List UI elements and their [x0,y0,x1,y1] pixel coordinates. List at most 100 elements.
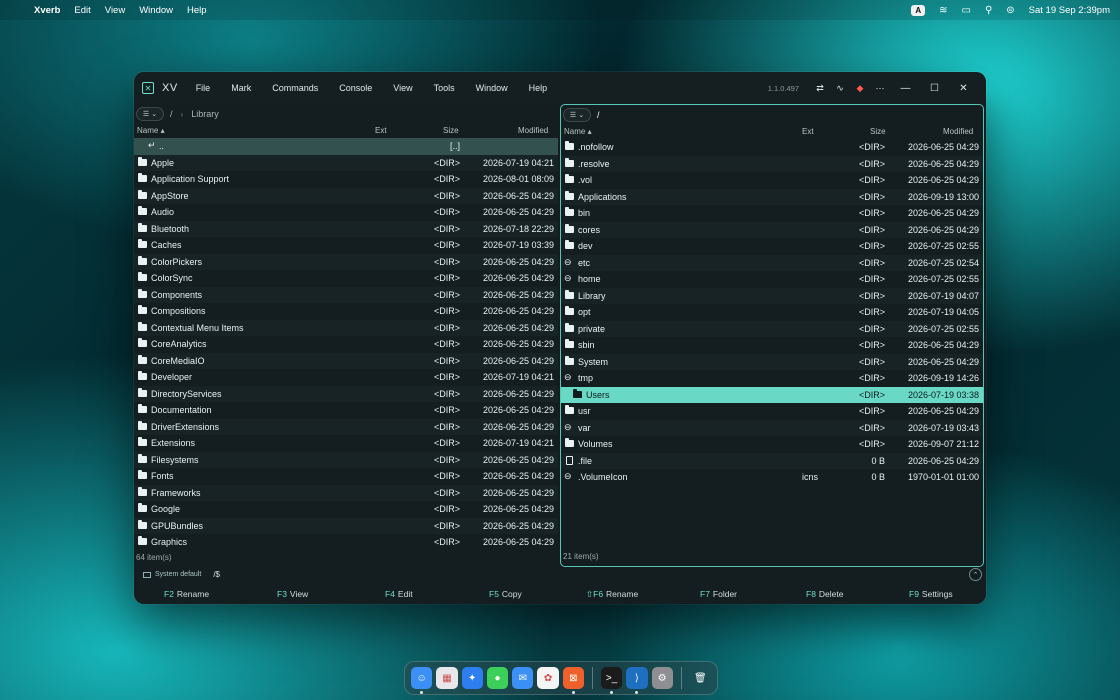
right-file-row[interactable]: ⊖ home <DIR> 2026-07-25 02:55 [561,271,983,288]
system-settings-icon[interactable]: ⚙ [651,667,673,689]
right-file-row[interactable]: usr <DIR> 2026-06-25 04:29 [561,403,983,420]
fkey-shift-f6-rename[interactable]: ⇧F6 Rename [586,589,638,600]
wifi-icon[interactable]: ≋ [939,5,947,16]
more-icon[interactable]: ⋯ [871,83,889,94]
left-col-ext[interactable]: Ext [375,126,387,135]
left-file-row[interactable]: Audio <DIR> 2026-06-25 04:29 [134,204,558,221]
fkey-f8-delete[interactable]: F8 Delete [806,589,844,599]
right-file-row[interactable]: .vol <DIR> 2026-06-25 04:29 [561,172,983,189]
input-source-icon[interactable]: A [911,4,926,16]
right-file-row[interactable]: .nofollow <DIR> 2026-06-25 04:29 [561,139,983,156]
minimize-icon[interactable]: — [891,83,920,94]
control-center-icon[interactable]: ⊜ [1006,5,1014,16]
photos-icon[interactable]: ✿ [537,667,559,689]
fkey-f3-view[interactable]: F3 View [277,589,308,599]
left-file-row[interactable]: DirectoryServices <DIR> 2026-06-25 04:29 [134,385,558,402]
right-file-row[interactable]: ⊖ .VolumeIcon icns 0 B 1970-01-01 01:00 [561,469,983,486]
fkey-f7-folder[interactable]: F7 Folder [700,589,737,599]
left-pane[interactable]: ☰ ⌄ / › Library Name ▴ Ext Size Modified … [134,104,558,567]
right-file-row[interactable]: private <DIR> 2026-07-25 02:55 [561,320,983,337]
menubar-help[interactable]: Help [187,5,207,16]
menu-file[interactable]: File [196,83,211,93]
left-col-size[interactable]: Size [443,126,459,135]
left-file-row[interactable]: ColorSync <DIR> 2026-06-25 04:29 [134,270,558,287]
battery-icon[interactable]: ▭ [961,5,970,16]
compare-icon[interactable]: ⇄ [811,83,829,94]
menu-view[interactable]: View [393,83,412,93]
right-file-row[interactable]: dev <DIR> 2026-07-25 02:55 [561,238,983,255]
left-file-row[interactable]: Bluetooth <DIR> 2026-07-18 22:29 [134,220,558,237]
left-view-dropdown[interactable]: ☰ ⌄ [136,107,164,121]
left-file-row[interactable]: Contextual Menu Items <DIR> 2026-06-25 04:… [134,319,558,336]
left-col-name[interactable]: Name ▴ [137,126,165,135]
right-col-modified[interactable]: Modified [943,127,973,136]
fkey-f9-settings[interactable]: F9 Settings [909,589,953,599]
left-file-row[interactable]: ColorPickers <DIR> 2026-06-25 04:29 [134,253,558,270]
right-file-row[interactable]: opt <DIR> 2026-07-19 04:05 [561,304,983,321]
right-col-name[interactable]: Name ▴ [564,127,592,136]
right-file-row[interactable]: ⊖ tmp <DIR> 2026-09-19 14:26 [561,370,983,387]
right-col-ext[interactable]: Ext [802,127,814,136]
left-file-row[interactable]: Components <DIR> 2026-06-25 04:29 [134,286,558,303]
git-icon[interactable]: ◆ [851,83,869,94]
menubar-edit[interactable]: Edit [74,5,90,16]
menu-tools[interactable]: Tools [434,83,455,93]
fkey-f5-copy[interactable]: F5 Copy [489,589,522,599]
left-file-row[interactable]: AppStore <DIR> 2026-06-25 04:29 [134,187,558,204]
left-file-row[interactable]: GPUBundles <DIR> 2026-06-25 04:29 [134,517,558,534]
right-file-row[interactable]: Library <DIR> 2026-07-19 04:07 [561,287,983,304]
left-file-row[interactable]: Apple <DIR> 2026-07-19 04:21 [134,154,558,171]
messages-icon[interactable]: ● [486,667,509,689]
finder-icon[interactable]: ☺ [411,667,433,694]
left-file-row[interactable]: DriverExtensions <DIR> 2026-06-25 04:29 [134,418,558,435]
menu-console[interactable]: Console [339,83,372,93]
spotlight-search-icon[interactable]: ⚲ [985,5,992,16]
left-file-row[interactable]: Google <DIR> 2026-06-25 04:29 [134,501,558,518]
vscode-icon[interactable]: ⟩ [626,667,648,694]
right-path-root[interactable]: / [597,110,600,120]
left-path-root[interactable]: / [170,109,173,119]
activity-icon[interactable]: ∿ [831,83,849,94]
chevron-up-icon[interactable]: ⌃ [969,568,982,581]
trash-icon[interactable]: 🗑 [690,667,711,689]
left-file-row[interactable]: Frameworks <DIR> 2026-06-25 04:29 [134,484,558,501]
left-file-row[interactable]: Filesystems <DIR> 2026-06-25 04:29 [134,451,558,468]
menubar-app-name[interactable]: Xverb [34,5,60,16]
left-file-row[interactable]: Caches <DIR> 2026-07-19 03:39 [134,237,558,254]
right-file-row[interactable]: .file 0 B 2026-06-25 04:29 [561,452,983,469]
right-file-row[interactable]: bin <DIR> 2026-06-25 04:29 [561,205,983,222]
fkey-f2-rename[interactable]: F2 Rename [164,589,209,599]
right-file-row[interactable]: Applications <DIR> 2026-09-19 13:00 [561,188,983,205]
terminal-icon[interactable]: >_ [600,667,623,694]
right-file-row[interactable]: sbin <DIR> 2026-06-25 04:29 [561,337,983,354]
left-file-row[interactable]: CoreAnalytics <DIR> 2026-06-25 04:29 [134,336,558,353]
left-path-current[interactable]: Library [191,109,219,119]
menu-commands[interactable]: Commands [272,83,318,93]
menubar-clock[interactable]: Sat 19 Sep 2:39pm [1029,5,1110,16]
menu-help[interactable]: Help [529,83,548,93]
right-file-row[interactable]: cores <DIR> 2026-06-25 04:29 [561,221,983,238]
right-file-row[interactable]: ⊖ etc <DIR> 2026-07-25 02:54 [561,254,983,271]
left-file-row[interactable]: Extensions <DIR> 2026-07-19 04:21 [134,435,558,452]
left-col-modified[interactable]: Modified [518,126,548,135]
left-file-row[interactable]: Graphics <DIR> 2026-06-25 04:29 [134,534,558,550]
launchpad-icon[interactable]: ▦ [436,667,458,689]
right-file-row[interactable]: Users <DIR> 2026-07-19 03:38 [561,386,983,403]
left-file-row[interactable]: ↵.. [..] [134,138,558,155]
menubar-view[interactable]: View [105,5,125,16]
right-file-row[interactable]: .resolve <DIR> 2026-06-25 04:29 [561,155,983,172]
left-file-row[interactable]: Developer <DIR> 2026-07-19 04:21 [134,369,558,386]
left-file-row[interactable]: Fonts <DIR> 2026-06-25 04:29 [134,468,558,485]
right-file-row[interactable]: Volumes <DIR> 2026-09-07 21:12 [561,436,983,453]
right-col-size[interactable]: Size [870,127,886,136]
fkey-f4-edit[interactable]: F4 Edit [385,589,413,599]
right-view-dropdown[interactable]: ☰ ⌄ [563,108,591,122]
right-pane[interactable]: ☰ ⌄ / Name ▴ Ext Size Modified .nofollow <… [560,104,984,567]
mail-icon[interactable]: ✉ [512,667,534,689]
menubar-window[interactable]: Window [139,5,173,16]
left-file-row[interactable]: CoreMediaIO <DIR> 2026-06-25 04:29 [134,352,558,369]
menu-mark[interactable]: Mark [231,83,251,93]
maximize-icon[interactable]: ☐ [920,83,949,94]
left-file-row[interactable]: Compositions <DIR> 2026-06-25 04:29 [134,303,558,320]
left-file-row[interactable]: Application Support <DIR> 2026-08-01 08:09 [134,171,558,188]
